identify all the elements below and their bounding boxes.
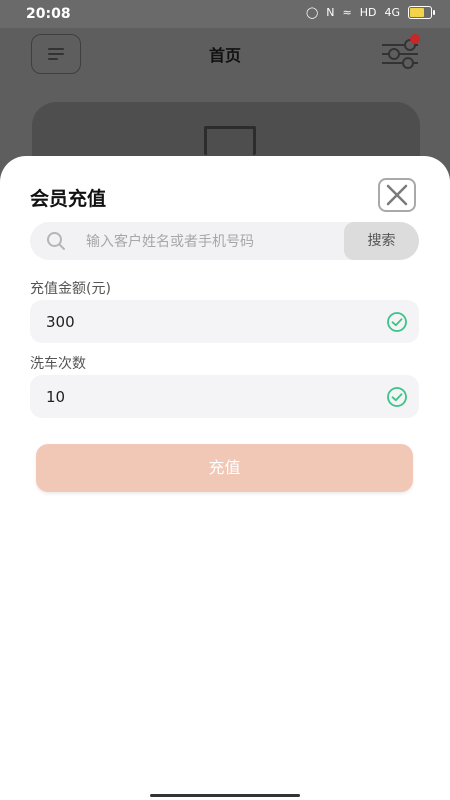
wash-count-value: 10 <box>46 388 66 406</box>
amount-value: 300 <box>46 313 75 331</box>
top-bar: 首页 <box>0 28 450 80</box>
status-icons: ◯ N ≈ HD 4G <box>305 6 435 19</box>
amount-field[interactable]: 300 <box>30 300 419 343</box>
filter-button[interactable] <box>380 34 420 70</box>
wash-count-field[interactable]: 10 <box>30 375 419 418</box>
filter-knob <box>388 48 400 60</box>
search-input[interactable] <box>84 222 338 262</box>
battery-icon <box>408 6 435 19</box>
wash-count-label: 洗车次数 <box>30 356 86 372</box>
status-bar: 20:08 ◯ N ≈ HD 4G <box>0 0 450 28</box>
close-icon <box>386 184 408 206</box>
nfc-icon: N <box>326 6 335 19</box>
recharge-sheet: 会员充值 搜索 充值金额(元) 300 洗车次数 10 充值 <box>0 156 450 800</box>
search-button[interactable]: 搜索 <box>344 222 419 260</box>
hd-icon: HD <box>359 6 377 19</box>
signal-icon: 4G <box>384 6 400 19</box>
search-icon <box>47 232 65 250</box>
check-circle-icon <box>387 387 407 407</box>
wifi-icon: ≈ <box>342 6 352 19</box>
check-circle-icon <box>387 312 407 332</box>
amount-label: 充值金额(元) <box>30 281 111 297</box>
drop-icon: ◯ <box>305 6 319 19</box>
status-time: 20:08 <box>26 6 71 22</box>
sheet-title: 会员充值 <box>30 188 107 210</box>
home-indicator[interactable] <box>150 794 300 797</box>
filter-knob <box>402 57 414 69</box>
scan-icon <box>204 126 256 155</box>
search-bar: 搜索 <box>30 222 419 262</box>
recharge-button[interactable]: 充值 <box>36 444 413 492</box>
close-button[interactable] <box>378 178 416 212</box>
notification-badge <box>410 34 420 44</box>
